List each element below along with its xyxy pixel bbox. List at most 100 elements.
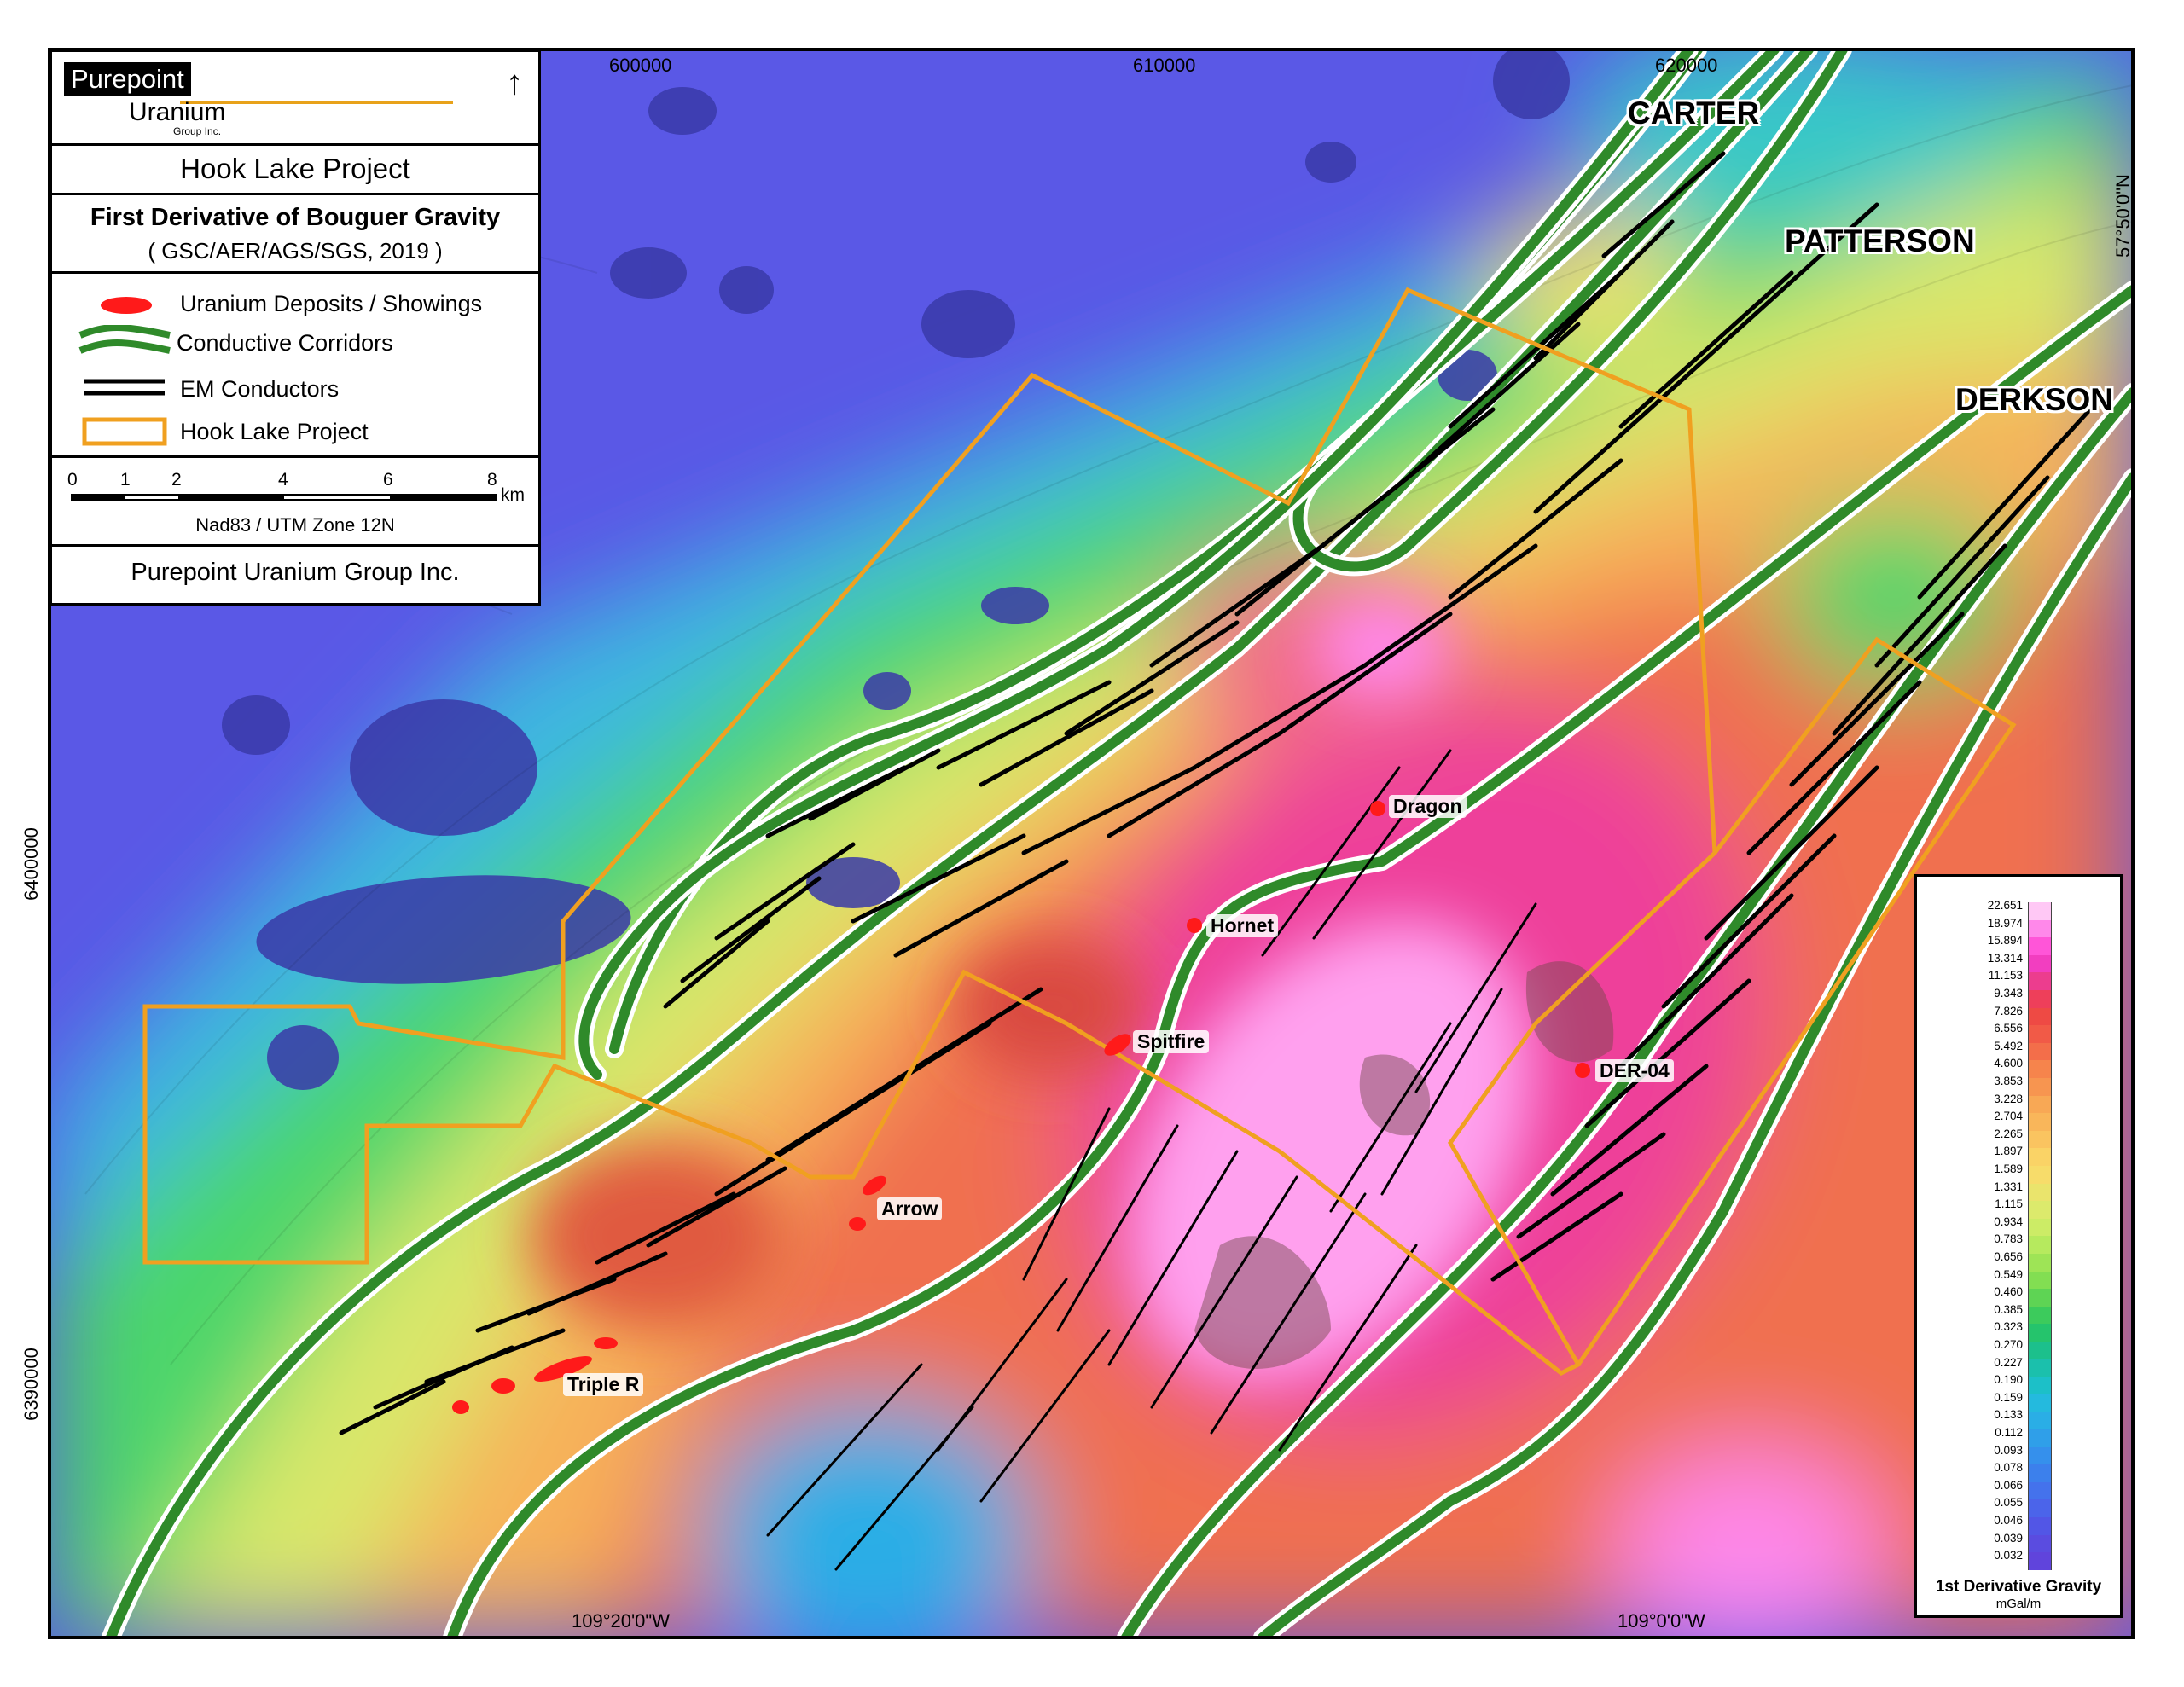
legend-items-section: Uranium Deposits / Showings Conductive C… (52, 274, 538, 458)
logo: Purepoint (64, 62, 191, 96)
color-scale-value: 2.704 (1994, 1110, 2023, 1123)
scale-bar (71, 494, 497, 501)
color-scale-swatch (2028, 1306, 2052, 1325)
color-scale-value: 0.460 (1994, 1285, 2023, 1299)
color-scale-swatch (2028, 1218, 2052, 1237)
color-scale-value: 0.549 (1994, 1267, 2023, 1281)
datum-label: Nad83 / UTM Zone 12N (195, 514, 395, 536)
color-scale-value: 0.039 (1994, 1531, 2023, 1545)
color-scale-swatch (2028, 1042, 2052, 1061)
deposit-label-triple-r: Triple R (563, 1373, 644, 1396)
color-scale-swatch (2028, 1060, 2052, 1078)
color-scale-value: 7.826 (1994, 1004, 2023, 1017)
longitude-label: 109°0'0"W (1618, 1610, 1705, 1632)
scale-tick-4: 4 (278, 470, 288, 490)
legend-panel: Purepoint Uranium Group Inc. ↑ Hook Lake… (49, 49, 541, 606)
color-scale-value: 0.078 (1994, 1461, 2023, 1475)
color-scale-value: 3.853 (1994, 1075, 2023, 1087)
deposit-label-hornet: Hornet (1206, 914, 1279, 937)
easting-label: 620000 (1655, 55, 1718, 76)
color-scale-value: 1.897 (1994, 1145, 2023, 1158)
color-scale-value: 0.055 (1994, 1496, 2023, 1510)
color-scale-swatch (2028, 1481, 2052, 1500)
scale-unit: km (501, 485, 525, 505)
color-scale-swatch (2028, 902, 2052, 920)
color-scale-value: 15.894 (1987, 934, 2023, 948)
color-scale-swatch (2028, 1148, 2052, 1166)
color-scale-unit: mGal/m (1995, 1597, 2042, 1611)
color-scale-value: 1.589 (1994, 1162, 2023, 1175)
easting-label: 600000 (609, 55, 672, 76)
northing-label: 6390000 (20, 1348, 42, 1421)
north-arrow-icon: ↑ (506, 64, 523, 101)
legend-item-corridors: Conductive Corridors (177, 330, 393, 356)
color-scale-swatch (2028, 1429, 2052, 1447)
easting-label: 610000 (1133, 55, 1196, 76)
color-scale-swatch (2028, 954, 2052, 973)
color-scale-swatch (2028, 1025, 2052, 1043)
longitude-label: 109°20'0"W (572, 1610, 670, 1632)
color-scale-value: 1.331 (1994, 1180, 2023, 1193)
color-scale-swatch (2028, 1412, 2052, 1429)
black-double-line-icon (84, 379, 165, 396)
color-scale-value: 3.228 (1994, 1092, 2023, 1105)
color-scale-swatch (2028, 1342, 2052, 1359)
company-footer: Purepoint Uranium Group Inc. (131, 559, 460, 586)
logo-section: Purepoint Uranium Group Inc. ↑ (52, 52, 538, 146)
deposit-label-arrow: Arrow (877, 1197, 943, 1220)
color-scale-swatch (2028, 1130, 2052, 1149)
color-scale-swatch (2028, 1464, 2052, 1482)
map-title: First Derivative of Bouguer Gravity (90, 204, 501, 231)
scale-tick-6: 6 (383, 470, 393, 490)
color-scale-value: 0.934 (1994, 1215, 2023, 1228)
color-scale-swatch (2028, 1324, 2052, 1342)
color-scale-swatch (2028, 972, 2052, 990)
color-scale-legend: 22.651 18.974 15.894 13.314 11.153 9.343 7.826… (1914, 874, 2123, 1618)
project-title-section: Hook Lake Project (52, 146, 538, 195)
latitude-label: 57°50'0"N (2111, 174, 2134, 258)
logo-uranium: Uranium (129, 98, 226, 126)
color-scale-value: 0.032 (1994, 1549, 2023, 1562)
legend-item-uranium: Uranium Deposits / Showings (180, 291, 483, 316)
color-scale-swatch (2028, 1007, 2052, 1026)
corridor-label-patterson: PATTERSON (1785, 223, 1975, 258)
color-scale-value: 0.190 (1994, 1373, 2023, 1387)
color-scale-swatch (2028, 1534, 2052, 1553)
color-scale-value: 0.046 (1994, 1514, 2023, 1527)
color-scale-value: 0.323 (1994, 1320, 2023, 1334)
corridor-label-derkson: DERKSON (1955, 382, 2114, 417)
northing-label: 6400000 (20, 827, 42, 901)
color-scale-swatch (2028, 1446, 2052, 1465)
color-scale-swatch (2028, 1236, 2052, 1254)
color-scale-swatch (2028, 1552, 2052, 1570)
deposit-label-der-04: DER-04 (1595, 1059, 1674, 1082)
color-scale-swatch (2028, 1271, 2052, 1290)
color-scale-swatch (2028, 937, 2052, 955)
color-scale-swatch (2028, 1377, 2052, 1394)
color-scale-swatch (2028, 919, 2052, 938)
color-scale-value: 9.343 (1994, 987, 2023, 1000)
logo-group: Group Inc. (173, 125, 222, 137)
color-scale-value: 0.270 (1994, 1338, 2023, 1351)
color-scale-title: 1st Derivative Gravity (1935, 1578, 2102, 1596)
map-title-section: First Derivative of Bouguer Gravity ( GS… (52, 195, 538, 274)
color-scale-value: 2.265 (1994, 1127, 2023, 1140)
color-scale-value: 0.159 (1994, 1390, 2023, 1404)
color-scale-swatch (2028, 1517, 2052, 1535)
color-scale-value: 11.153 (1988, 969, 2023, 983)
color-scale-swatch (2028, 1394, 2052, 1412)
color-scale-swatch (2028, 1166, 2052, 1184)
color-scale-value: 4.600 (1994, 1057, 2023, 1070)
scale-section: 0 1 2 4 6 8 km Nad83 / UTM Zone 12N (52, 458, 538, 547)
color-scale-swatch (2028, 1254, 2052, 1272)
scale-tick-1: 1 (120, 470, 131, 490)
color-scale-value: 0.133 (1994, 1408, 2023, 1422)
red-blob-icon (101, 297, 152, 314)
color-scale-value: 0.112 (1995, 1426, 2023, 1439)
deposit-label-dragon: Dragon (1389, 795, 1467, 818)
color-scale-swatch (2028, 990, 2052, 1008)
color-scale-value: 0.385 (1994, 1302, 2023, 1316)
color-scale-swatch (2028, 1499, 2052, 1517)
color-scale-value: 18.974 (1987, 916, 2023, 930)
corridor-label-carter: CARTER (1628, 96, 1760, 130)
